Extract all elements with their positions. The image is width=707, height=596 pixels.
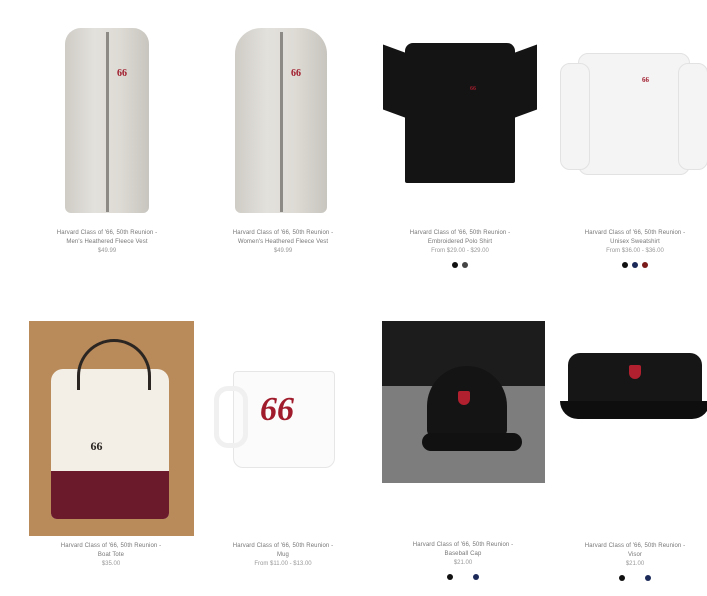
product-title[interactable]: Harvard Class of '66, 50th Reunion - Vis… — [550, 542, 707, 560]
product-image-baseball-cap[interactable] — [381, 321, 545, 483]
color-swatch-navy[interactable] — [632, 262, 638, 268]
product-card[interactable]: 66 Harvard Class of '66, 50th Reunion - … — [375, 18, 545, 268]
product-card[interactable]: 66 Harvard Class of '66, 50th Reunion - … — [26, 321, 196, 569]
product-card[interactable]: Harvard Class of '66, 50th Reunion - Vis… — [550, 321, 707, 581]
product-price: From $11.00 - $13.00 — [254, 561, 312, 567]
product-title[interactable]: Harvard Class of '66, 50th Reunion - Boa… — [26, 542, 196, 560]
color-swatch-black[interactable] — [447, 574, 453, 580]
product-image-men-fleece-vest[interactable]: 66 — [22, 18, 192, 223]
product-price: From $29.00 - $29.00 — [431, 248, 489, 254]
logo-66: 66 — [642, 76, 649, 84]
color-swatch-black[interactable] — [452, 262, 458, 268]
product-image-women-fleece-vest[interactable]: 66 — [198, 18, 368, 223]
product-title[interactable]: Harvard Class of '66, 50th Reunion - Bas… — [378, 541, 548, 559]
color-swatch-navy[interactable] — [645, 575, 651, 581]
color-swatch-maroon[interactable] — [642, 262, 648, 268]
color-swatch-black[interactable] — [619, 575, 625, 581]
product-price: $35.00 — [101, 561, 121, 567]
product-image-polo-shirt[interactable]: 66 — [375, 18, 545, 223]
color-swatch-gray[interactable] — [462, 262, 468, 268]
product-grid: 66 Harvard Class of '66, 50th Reunion - … — [0, 0, 707, 596]
product-image-sweatshirt[interactable]: 66 — [550, 18, 707, 223]
product-image-boat-tote[interactable]: 66 — [28, 321, 194, 536]
product-price: $21.00 — [625, 561, 645, 567]
color-swatch-navy[interactable] — [473, 574, 479, 580]
product-card[interactable]: 66 Harvard Class of '66, 50th Reunion - … — [22, 18, 192, 256]
product-price: $21.00 — [453, 560, 473, 566]
product-card[interactable]: 66 Harvard Class of '66, 50th Reunion - … — [550, 18, 707, 268]
product-title[interactable]: Harvard Class of '66, 50th Reunion - Mug — [198, 542, 368, 560]
product-title[interactable]: Harvard Class of '66, 50th Reunion - Men… — [22, 229, 192, 247]
color-swatches — [550, 262, 707, 268]
product-card[interactable]: Harvard Class of '66, 50th Reunion - Bas… — [378, 321, 548, 580]
color-swatches — [378, 574, 548, 580]
logo-66: 66 — [260, 391, 294, 428]
product-card[interactable]: 66 Harvard Class of '66, 50th Reunion - … — [198, 321, 368, 569]
product-image-mug[interactable]: 66 — [198, 321, 368, 536]
product-title[interactable]: Harvard Class of '66, 50th Reunion - Wom… — [198, 229, 368, 247]
logo-66: 66 — [90, 439, 103, 453]
product-title[interactable]: Harvard Class of '66, 50th Reunion - Uni… — [550, 229, 707, 247]
product-card[interactable]: 66 Harvard Class of '66, 50th Reunion - … — [198, 18, 368, 256]
shield-icon — [457, 391, 470, 405]
product-price: $49.99 — [97, 248, 117, 254]
logo-66: 66 — [291, 68, 301, 79]
product-price: $49.99 — [273, 248, 293, 254]
product-title[interactable]: Harvard Class of '66, 50th Reunion - Emb… — [375, 229, 545, 247]
color-swatches — [550, 575, 707, 581]
color-swatch-black[interactable] — [622, 262, 628, 268]
product-price: From $36.00 - $36.00 — [606, 248, 664, 254]
product-image-visor[interactable] — [550, 321, 707, 536]
shield-icon — [629, 365, 641, 379]
logo-66: 66 — [470, 86, 476, 92]
color-swatches — [375, 262, 545, 268]
logo-66: 66 — [117, 68, 127, 79]
